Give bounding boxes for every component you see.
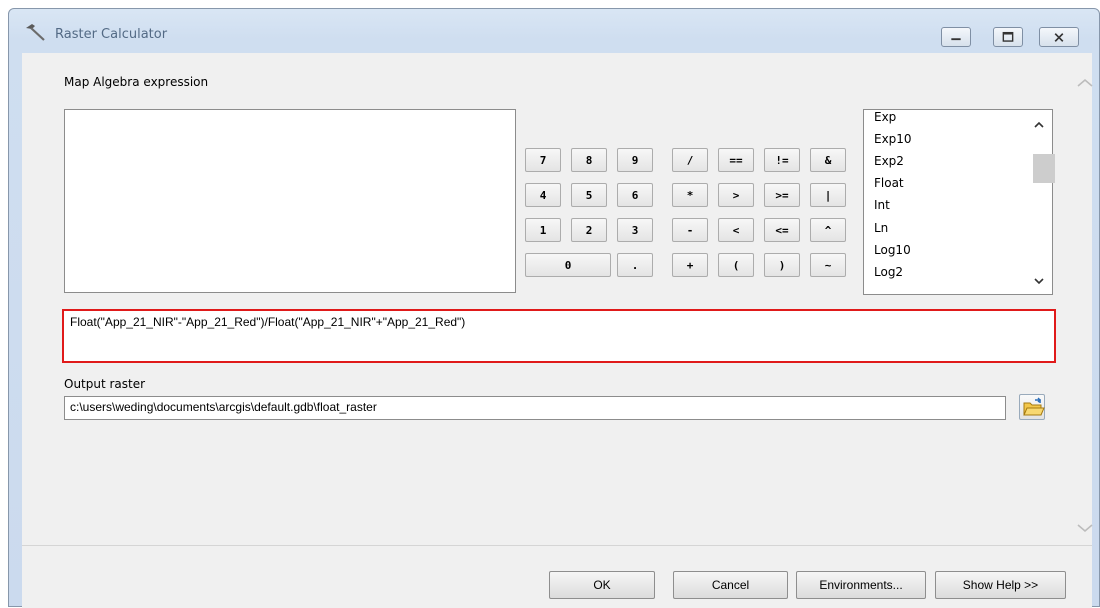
dialog-scrollbar[interactable] [1074,53,1093,545]
open-folder-icon [1023,397,1045,416]
function-item-float[interactable]: Float [874,176,904,190]
layers-list[interactable] [64,109,516,293]
calc-button-less[interactable]: < [718,218,754,242]
expression-label: Map Algebra expression [64,75,209,89]
ok-button[interactable]: OK [549,571,655,599]
dialog-body: Map Algebra expression 7 8 9 / == != & 4… [22,53,1093,608]
calc-button-multiply[interactable]: * [672,183,708,207]
title-bar[interactable]: Raster Calculator [9,9,1099,53]
function-item-exp10[interactable]: Exp10 [874,132,912,146]
function-item-ln[interactable]: Ln [874,221,888,235]
calc-button-or[interactable]: | [810,183,846,207]
calc-button-7[interactable]: 7 [525,148,561,172]
function-list[interactable]: Exp Exp10 Exp2 Float Int Ln Log10 Log2 [863,109,1055,295]
function-list-scrollbar[interactable] [1027,110,1055,294]
calc-button-equal[interactable]: == [718,148,754,172]
show-help-button[interactable]: Show Help >> [935,571,1066,599]
chevron-down-icon[interactable] [1033,276,1045,286]
expression-input[interactable]: Float("App_21_NIR"-"App_21_Red")/Float("… [62,309,1056,363]
output-raster-input[interactable]: c:\users\weding\documents\arcgis\default… [64,396,1006,420]
calc-button-divide[interactable]: / [672,148,708,172]
calc-button-greater[interactable]: > [718,183,754,207]
function-item-exp[interactable]: Exp [874,110,896,124]
minimize-button[interactable] [941,27,971,47]
chevron-up-icon[interactable] [1033,120,1045,130]
calc-button-not[interactable]: ~ [810,253,846,277]
minimize-icon [951,38,961,41]
cancel-button[interactable]: Cancel [673,571,788,599]
function-item-exp2[interactable]: Exp2 [874,154,904,168]
maximize-icon [1002,31,1014,42]
calc-button-close-paren[interactable]: ) [764,253,800,277]
close-button[interactable] [1039,27,1079,47]
close-icon [1054,33,1064,42]
calc-button-not-equal[interactable]: != [764,148,800,172]
calc-button-plus[interactable]: + [672,253,708,277]
calc-button-4[interactable]: 4 [525,183,561,207]
calc-button-decimal[interactable]: . [617,253,653,277]
window-title: Raster Calculator [55,27,168,42]
raster-calculator-window: Raster Calculator Map Algebra expression… [8,8,1100,608]
hammer-icon [26,24,45,41]
calc-button-2[interactable]: 2 [571,218,607,242]
calc-button-xor[interactable]: ^ [810,218,846,242]
calc-button-minus[interactable]: - [672,218,708,242]
calc-button-3[interactable]: 3 [617,218,653,242]
calc-button-0[interactable]: 0 [525,253,611,277]
chevron-down-icon[interactable] [1077,523,1093,533]
calc-button-less-equal[interactable]: <= [764,218,800,242]
chevron-up-icon[interactable] [1077,78,1093,88]
calc-button-8[interactable]: 8 [571,148,607,172]
calc-button-and[interactable]: & [810,148,846,172]
maximize-button[interactable] [993,27,1023,47]
browse-button[interactable] [1019,394,1045,420]
environments-button[interactable]: Environments... [796,571,926,599]
calc-button-1[interactable]: 1 [525,218,561,242]
function-item-log10[interactable]: Log10 [874,243,911,257]
function-item-log2[interactable]: Log2 [874,265,903,279]
calc-button-6[interactable]: 6 [617,183,653,207]
output-raster-label: Output raster [64,377,146,391]
calc-button-5[interactable]: 5 [571,183,607,207]
function-item-int[interactable]: Int [874,198,890,212]
calc-button-9[interactable]: 9 [617,148,653,172]
calc-button-greater-equal[interactable]: >= [764,183,800,207]
calc-button-open-paren[interactable]: ( [718,253,754,277]
scrollbar-thumb[interactable] [1033,154,1055,183]
